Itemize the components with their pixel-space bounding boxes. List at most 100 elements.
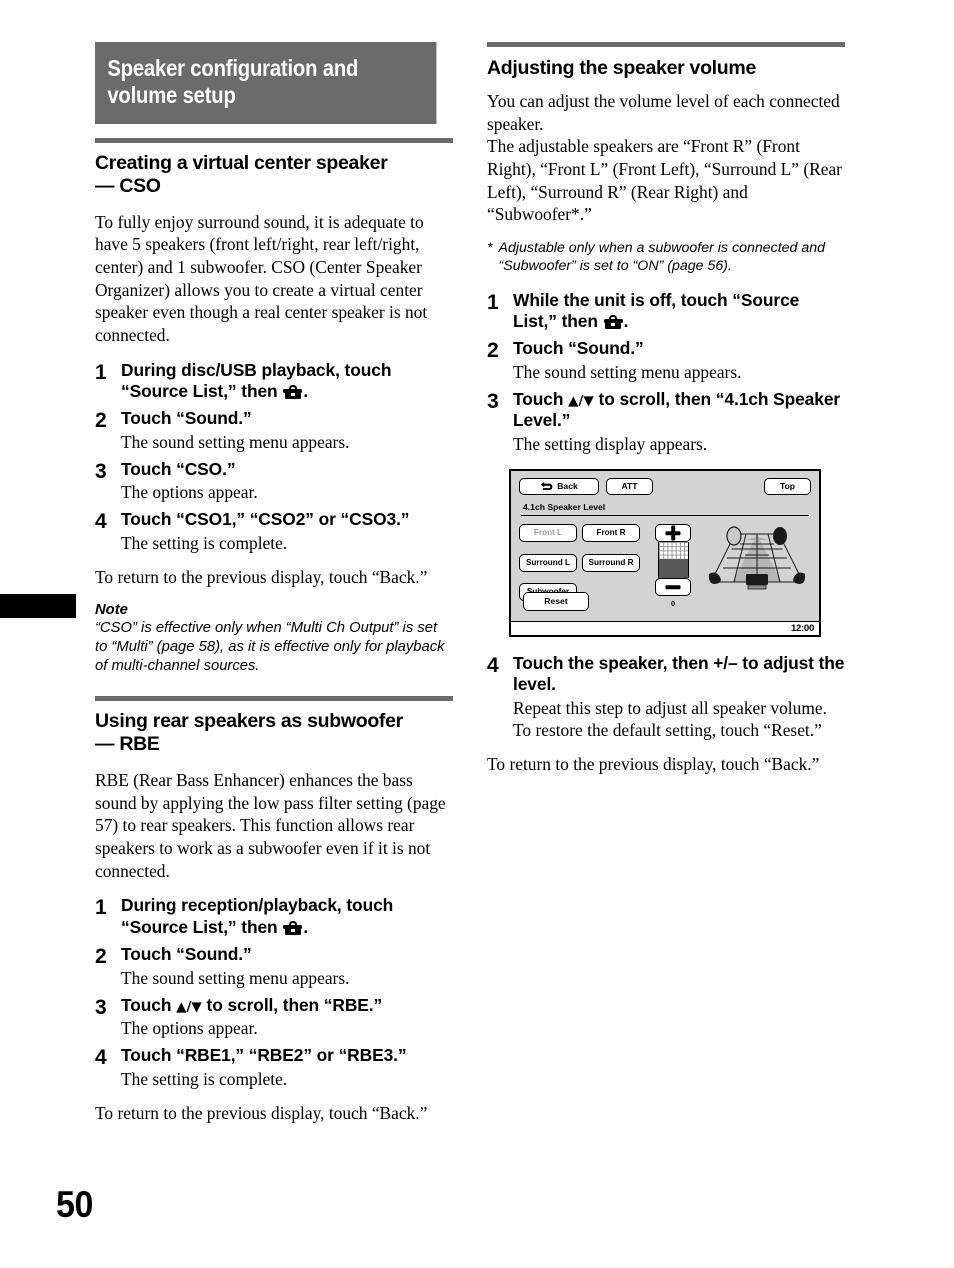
left-column: Speaker configuration and volume setup C… [95, 42, 453, 1137]
note-heading: Note [95, 601, 128, 618]
step-title-suffix: . [623, 311, 629, 332]
screen-body: Back ATT Top 4.1ch Speaker Level Front L… [511, 471, 819, 621]
level-track[interactable] [657, 542, 689, 579]
screen-title: 4.1ch Speaker Level [523, 501, 606, 512]
right-column: Adjusting the speaker volume You can adj… [487, 42, 845, 789]
step-item: 4 Touch “RBE1,” “RBE2” or “RBE3.” The se… [95, 1045, 453, 1090]
level-slider-control: 0 [655, 524, 691, 608]
step-title: Touch “Sound.” [121, 408, 252, 429]
cso-intro-paragraph: To fully enjoy surround sound, it is ade… [95, 211, 428, 345]
screen-footer-bar: 12:00 [511, 620, 819, 635]
step-description: The options appear. [121, 482, 258, 503]
heading-line-2: — CSO [95, 174, 161, 197]
chapter-banner: Speaker configuration and volume setup [95, 42, 437, 124]
chapter-title-line-1: Speaker configuration and [107, 55, 359, 81]
volume-closing-paragraph: To return to the previous display, touch… [487, 753, 820, 774]
step-item: 1 While the unit is off, touch “Source L… [487, 290, 845, 333]
toolbox-icon [283, 384, 303, 399]
screen-back-label: Back [557, 481, 578, 492]
step-title: Touch “RBE1,” “RBE2” or “RBE3.” [121, 1045, 407, 1066]
step-item: 1 During reception/playback, touch “Sour… [95, 895, 453, 938]
screen-top-button[interactable]: Top [764, 477, 811, 495]
toolbox-icon [283, 920, 303, 935]
note-body: “CSO” is effective only when “Multi Ch O… [95, 619, 445, 674]
level-track-empty [658, 542, 688, 560]
back-arrow-icon [540, 481, 553, 491]
step-number: 1 [95, 896, 107, 920]
step-item: 3 Touch ▲/▼ to scroll, then “4.1ch Speak… [487, 389, 845, 455]
step-title-suffix: . [303, 916, 309, 937]
speaker-button-surround-l[interactable]: Surround L [519, 553, 577, 572]
section-heading-rbe: Using rear speakers as subwoofer — RBE [95, 710, 453, 756]
heading-line-1: Creating a virtual center speaker [95, 151, 388, 174]
section-rule [95, 137, 453, 143]
section-rule [487, 42, 845, 47]
step-title: Touch “CSO1,” “CSO2” or “CSO3.” [121, 509, 410, 530]
heading-line-2: — RBE [95, 733, 160, 756]
screen-back-button[interactable]: Back [519, 477, 599, 495]
step-title-suffix: . [303, 380, 309, 401]
step-number: 3 [95, 995, 107, 1019]
step-title: During reception/playback, touch “Source… [121, 895, 453, 938]
speaker-button-surround-r[interactable]: Surround R [582, 553, 640, 572]
up-down-arrow-glyph: ▲/▼ [176, 998, 202, 1015]
device-screen-illustration: Back ATT Top 4.1ch Speaker Level Front L… [509, 468, 821, 637]
step-title-suffix: to scroll, then “RBE.” [201, 994, 383, 1015]
step-item: 1 During disc/USB playback, touch “Sourc… [95, 360, 453, 403]
level-track-fill [658, 559, 688, 579]
step-description: The sound setting menu appears. [513, 361, 742, 382]
step-item: 3 Touch “CSO.” The options appear. [95, 459, 453, 504]
step-description: The setting is complete. [121, 532, 288, 553]
document-page: Speaker configuration and volume setup C… [0, 0, 954, 1268]
step-number: 3 [487, 389, 499, 413]
step-item: 4 Touch “CSO1,” “CSO2” or “CSO3.” The se… [95, 509, 453, 554]
step-title: Touch “CSO.” [121, 458, 236, 479]
step-item: 4 Touch the speaker, then +/– to adjust … [487, 653, 845, 741]
step-number: 2 [95, 409, 107, 433]
page-number: 50 [56, 1184, 93, 1225]
screen-att-button[interactable]: ATT [606, 477, 653, 495]
step-item: 2 Touch “Sound.” The sound setting menu … [487, 338, 845, 383]
up-down-arrow-glyph: ▲/▼ [568, 392, 594, 409]
step-number: 2 [95, 945, 107, 969]
step-number: 4 [95, 1046, 107, 1070]
step-description: The setting is complete. [121, 1068, 288, 1089]
volume-intro-paragraph: You can adjust the volume level of each … [487, 91, 842, 225]
step-description: Repeat this step to adjust all speaker v… [513, 697, 827, 740]
footnote-marker: * [487, 239, 493, 256]
step-description: The sound setting menu appears. [121, 431, 350, 452]
step-description: The options appear. [121, 1018, 258, 1039]
footnote: * Adjustable only when a subwoofer is co… [487, 239, 845, 276]
step-title: During disc/USB playback, touch “Source … [121, 360, 453, 403]
step-title-text: Touch [121, 994, 177, 1015]
screen-top-bar: Back ATT Top [519, 477, 811, 495]
step-number: 4 [95, 510, 107, 534]
heading-line-1: Using rear speakers as subwoofer [95, 710, 403, 733]
step-title: While the unit is off, touch “Source Lis… [513, 290, 845, 333]
speaker-button-front-r[interactable]: Front R [582, 524, 640, 543]
step-number: 1 [95, 360, 107, 384]
cso-closing-paragraph: To return to the previous display, touch… [95, 566, 428, 587]
step-title: Touch “Sound.” [513, 338, 644, 359]
step-title: Touch “Sound.” [121, 944, 252, 965]
footnote-text: Adjustable only when a subwoofer is conn… [498, 239, 826, 275]
step-title-text: During reception/playback, touch “Source… [121, 895, 394, 937]
chapter-title-line-2: volume setup [107, 81, 236, 108]
section-rule [95, 696, 453, 702]
step-title-text: Touch [513, 388, 569, 409]
step-title: Touch ▲/▼ to scroll, then “4.1ch Speaker… [513, 389, 845, 432]
toolbox-icon [603, 315, 623, 330]
step-title: Touch the speaker, then +/– to adjust th… [513, 652, 845, 695]
step-description: The sound setting menu appears. [121, 967, 350, 988]
level-value-label: 0 [670, 599, 676, 609]
step-title: Touch ▲/▼ to scroll, then “RBE.” [121, 995, 453, 1016]
room-speaker-diagram[interactable] [703, 524, 811, 594]
level-minus-button[interactable] [655, 578, 691, 597]
screen-reset-button[interactable]: Reset [523, 591, 589, 611]
step-description: The setting display appears. [513, 433, 708, 454]
step-item: 3 Touch ▲/▼ to scroll, then “RBE.” The o… [95, 995, 453, 1040]
step-number: 4 [487, 653, 499, 677]
step-number: 2 [487, 339, 499, 363]
level-plus-button[interactable] [655, 524, 691, 543]
speaker-button-front-l[interactable]: Front L [519, 524, 577, 543]
